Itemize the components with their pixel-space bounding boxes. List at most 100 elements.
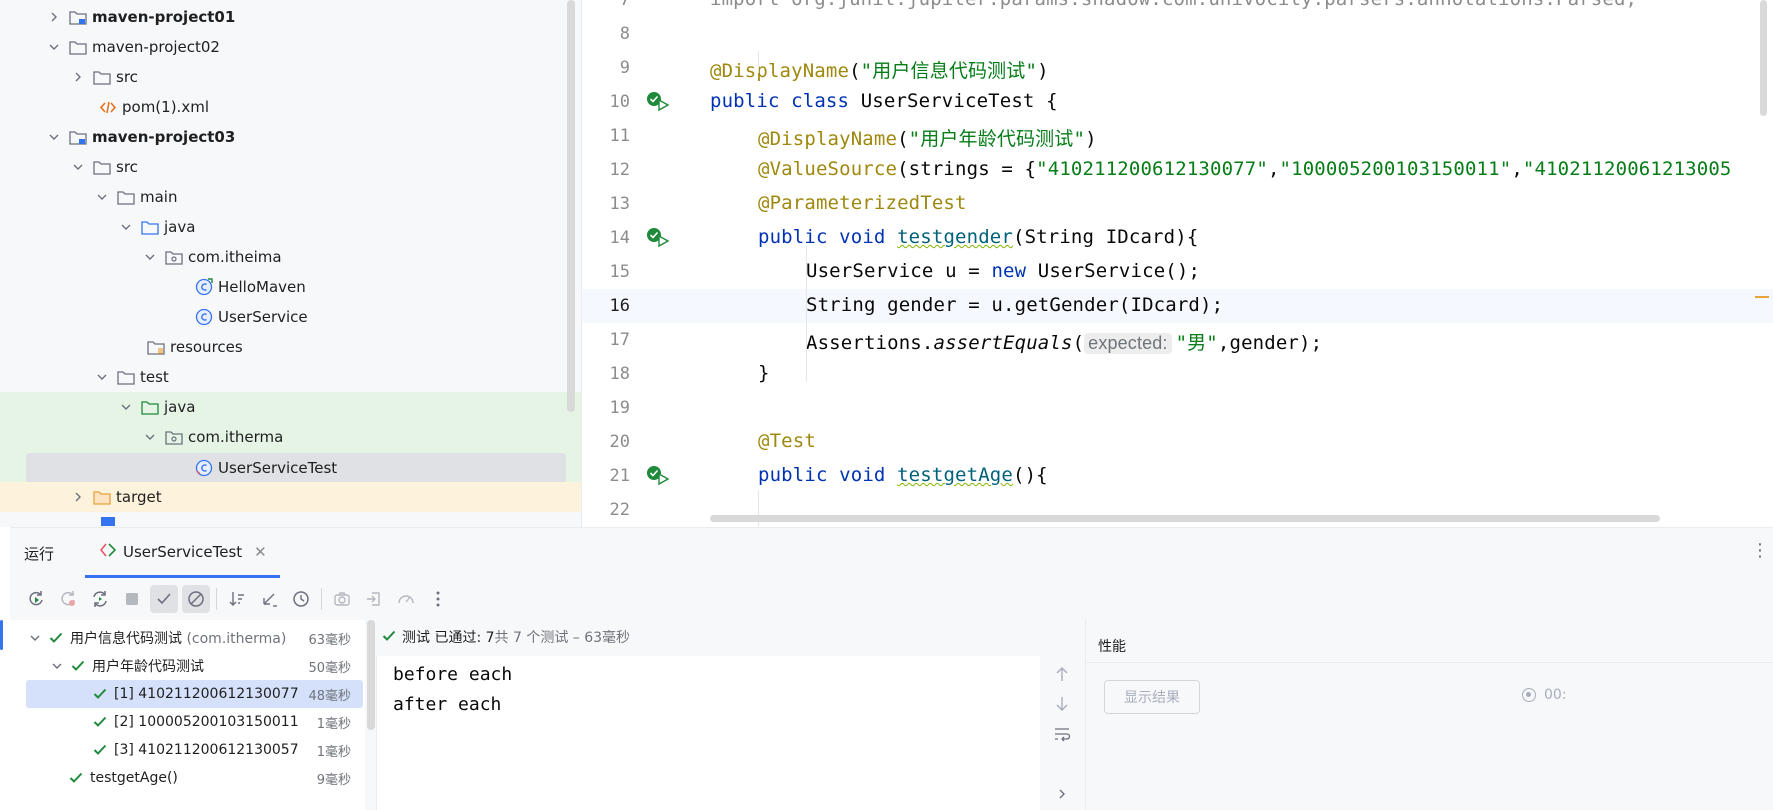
- string-token: "男": [1175, 332, 1218, 354]
- show-ignored-toggle[interactable]: [182, 585, 210, 613]
- module-folder-icon: [68, 8, 88, 26]
- tree-item-maven-project02[interactable]: maven-project02: [0, 32, 581, 62]
- xml-file-icon: [98, 98, 118, 116]
- more-icon[interactable]: [424, 585, 452, 613]
- chevron-right-icon[interactable]: [70, 69, 86, 85]
- result-row-suite[interactable]: 用户信息代码测试 (com.itherma) 63毫秒: [28, 624, 363, 652]
- run-gutter-icon[interactable]: [646, 91, 670, 113]
- chevron-right-icon[interactable]: [70, 489, 86, 505]
- tree-item-pom-xml[interactable]: pom(1).xml: [0, 92, 581, 122]
- code-line: 19: [582, 391, 1773, 425]
- tree-item-label: com.itheima: [188, 248, 282, 266]
- chevron-down-icon[interactable]: [118, 219, 134, 235]
- tree-item-userservice[interactable]: UserService: [0, 302, 581, 332]
- code-text: @DisplayName("用户信息代码测试"): [710, 56, 1049, 83]
- tree-item-resources[interactable]: resources: [0, 332, 581, 362]
- chevron-down-icon[interactable]: [50, 660, 64, 672]
- result-row-case[interactable]: [2] 100005200103150011 1毫秒: [92, 708, 363, 736]
- tree-item-partial: [0, 512, 581, 527]
- tree-item-userservicetest[interactable]: UserServiceTest: [26, 453, 566, 483]
- test-results-tree: 用户信息代码测试 (com.itherma) 63毫秒 用户年龄代码测试 50毫…: [0, 620, 365, 810]
- code-token: ,gender);: [1217, 332, 1323, 354]
- result-row-case[interactable]: testgetAge() 9毫秒: [68, 764, 363, 792]
- chevron-down-icon[interactable]: [94, 369, 110, 385]
- warning-marker[interactable]: [1755, 296, 1769, 298]
- tree-scrollbar[interactable]: [567, 0, 575, 412]
- annotation-token: @Test: [758, 430, 816, 452]
- camera-icon[interactable]: [328, 585, 356, 613]
- stop-button[interactable]: [118, 585, 146, 613]
- rerun-button[interactable]: [22, 585, 50, 613]
- show-passed-toggle[interactable]: [150, 585, 178, 613]
- tree-item-label: target: [116, 488, 162, 506]
- string-token: "用户信息代码测试": [860, 60, 1038, 82]
- coverage-icon[interactable]: [392, 585, 420, 613]
- chevron-down-icon[interactable]: [46, 39, 62, 55]
- result-name: [2] 100005200103150011: [114, 714, 299, 730]
- tree-item-label: src: [116, 68, 138, 86]
- results-scrollbar[interactable]: [367, 620, 375, 730]
- tree-item-target[interactable]: target: [0, 482, 581, 512]
- line-number: 12: [609, 160, 630, 180]
- code-token: (){: [1012, 464, 1048, 486]
- close-icon[interactable]: ✕: [254, 543, 267, 561]
- tree-item-com-itherma[interactable]: com.itherma: [0, 422, 581, 452]
- console-line: after each: [393, 694, 502, 715]
- result-duration: 63毫秒: [308, 632, 351, 648]
- line-number: 14: [609, 228, 630, 248]
- chevron-down-icon[interactable]: [94, 189, 110, 205]
- console-output[interactable]: before each after each: [376, 656, 1040, 810]
- indent-guide: [806, 246, 807, 382]
- sort-icon[interactable]: [223, 585, 251, 613]
- run-gutter-icon[interactable]: [646, 465, 670, 487]
- tree-item-test[interactable]: test: [0, 362, 581, 392]
- result-row-case[interactable]: [1] 410211200612130077 48毫秒: [26, 680, 363, 708]
- code-editor[interactable]: 7 import org.junit.jupiter.params.shadow…: [581, 0, 1773, 527]
- code-line: 7 import org.junit.jupiter.params.shadow…: [582, 0, 1773, 17]
- tree-item-src[interactable]: src: [0, 152, 581, 182]
- tree-item-java-test[interactable]: java: [0, 392, 581, 422]
- editor-vertical-scrollbar[interactable]: [1760, 0, 1767, 116]
- tree-item-hellomaven[interactable]: HelloMaven: [0, 272, 581, 302]
- arrow-up-icon[interactable]: [1052, 664, 1072, 684]
- tree-item-src[interactable]: src: [0, 62, 581, 92]
- chevron-down-icon[interactable]: [142, 429, 158, 445]
- editor-horizontal-scrollbar[interactable]: [710, 515, 1660, 522]
- import-icon[interactable]: [360, 585, 388, 613]
- annotation-token: @DisplayName: [758, 128, 898, 150]
- tree-item-com-itheima[interactable]: com.itheima: [0, 242, 581, 272]
- line-number: 10: [609, 92, 630, 112]
- chevron-down-icon[interactable]: [28, 632, 42, 644]
- run-tab-userservicetest[interactable]: UserServiceTest ✕: [85, 528, 280, 578]
- code-token: ): [1085, 128, 1097, 150]
- tree-item-label: UserServiceTest: [218, 459, 338, 477]
- show-results-button[interactable]: 显示结果: [1104, 680, 1200, 714]
- chevron-down-icon[interactable]: [142, 249, 158, 265]
- chevron-right-icon[interactable]: [1052, 784, 1072, 804]
- result-row-case[interactable]: [3] 410211200612130057 1毫秒: [92, 736, 363, 764]
- chevron-down-icon[interactable]: [46, 129, 62, 145]
- tree-item-label: UserService: [218, 308, 308, 326]
- string-token: "100005200103150011": [1279, 158, 1512, 180]
- chevron-down-icon[interactable]: [118, 399, 134, 415]
- clock-icon[interactable]: [287, 585, 315, 613]
- tree-item-java-source[interactable]: java: [0, 212, 581, 242]
- chevron-down-icon[interactable]: [70, 159, 86, 175]
- tree-item-label: maven-project02: [92, 38, 220, 56]
- more-icon[interactable]: ⋮: [1751, 540, 1769, 561]
- chevron-right-icon[interactable]: [46, 9, 62, 25]
- result-row-nested-suite[interactable]: 用户年龄代码测试 50毫秒: [50, 652, 363, 680]
- project-tree: maven-project01 maven-project02 src pom(…: [0, 0, 581, 527]
- tree-item-main[interactable]: main: [0, 182, 581, 212]
- tree-item-maven-project03[interactable]: maven-project03: [0, 122, 581, 152]
- soft-wrap-icon[interactable]: [1052, 724, 1072, 744]
- rerun-failed-button[interactable]: [54, 585, 82, 613]
- run-gutter-icon[interactable]: [646, 227, 670, 249]
- tab-label: UserServiceTest: [123, 542, 243, 561]
- arrow-down-icon[interactable]: [1052, 694, 1072, 714]
- tree-item-maven-project01[interactable]: maven-project01: [0, 2, 581, 32]
- code-text: @ParameterizedTest: [758, 192, 967, 214]
- toggle-auto-test-button[interactable]: [86, 585, 114, 613]
- collapse-all-icon[interactable]: [255, 585, 283, 613]
- keyword-token: new: [991, 260, 1027, 282]
